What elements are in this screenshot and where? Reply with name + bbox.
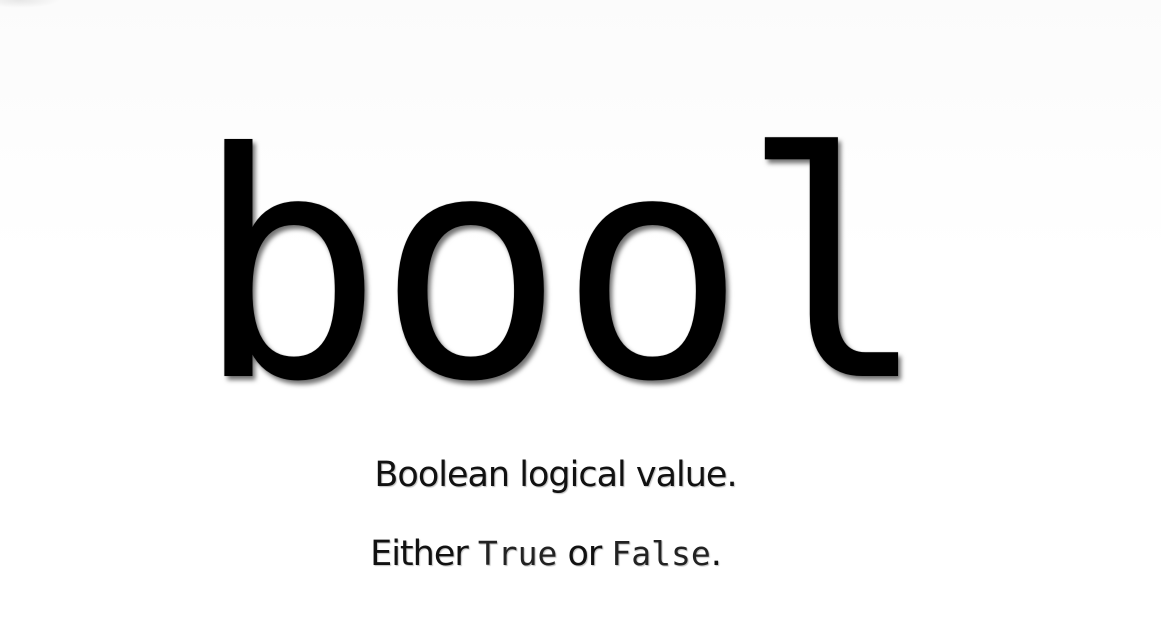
slide-description: Boolean logical value. [374, 455, 737, 495]
slide-title: bool [195, 86, 928, 450]
values-suffix: . [710, 534, 722, 574]
slide: bool Boolean logical value. Either True … [0, 0, 1161, 644]
values-prefix: Either [370, 534, 478, 574]
true-literal: True [477, 534, 558, 573]
values-line: Either True or False. [0, 532, 1126, 576]
values-middle: or [557, 534, 612, 574]
false-literal: False [611, 534, 711, 573]
corner-shadow [0, 0, 60, 8]
